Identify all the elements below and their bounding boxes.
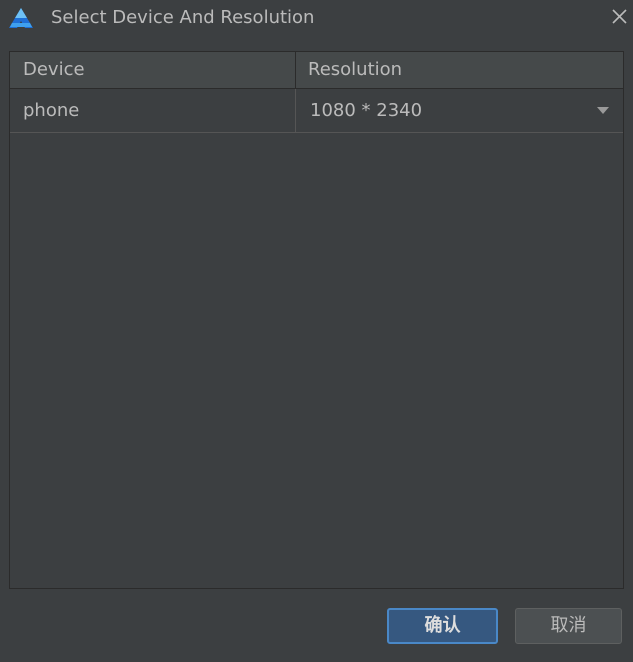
- dialog-title: Select Device And Resolution: [51, 7, 315, 28]
- table-header: Device Resolution: [10, 52, 623, 89]
- column-header-resolution[interactable]: Resolution: [296, 52, 623, 88]
- table-row[interactable]: phone 1080 * 2340: [10, 89, 623, 133]
- confirm-button[interactable]: 确认: [387, 608, 498, 644]
- resolution-value: 1080 * 2340: [310, 100, 423, 121]
- resolution-dropdown[interactable]: 1080 * 2340: [295, 89, 623, 132]
- select-device-dialog: Select Device And Resolution Device Reso…: [0, 0, 633, 662]
- column-header-device[interactable]: Device: [10, 52, 296, 88]
- app-logo-icon: [9, 8, 33, 28]
- cancel-button[interactable]: 取消: [515, 608, 622, 644]
- close-icon[interactable]: [606, 4, 632, 30]
- device-cell[interactable]: phone: [10, 89, 295, 132]
- chevron-down-icon[interactable]: [597, 107, 609, 114]
- device-table: Device Resolution phone 1080 * 2340: [9, 51, 624, 589]
- title-bar: Select Device And Resolution: [0, 0, 633, 36]
